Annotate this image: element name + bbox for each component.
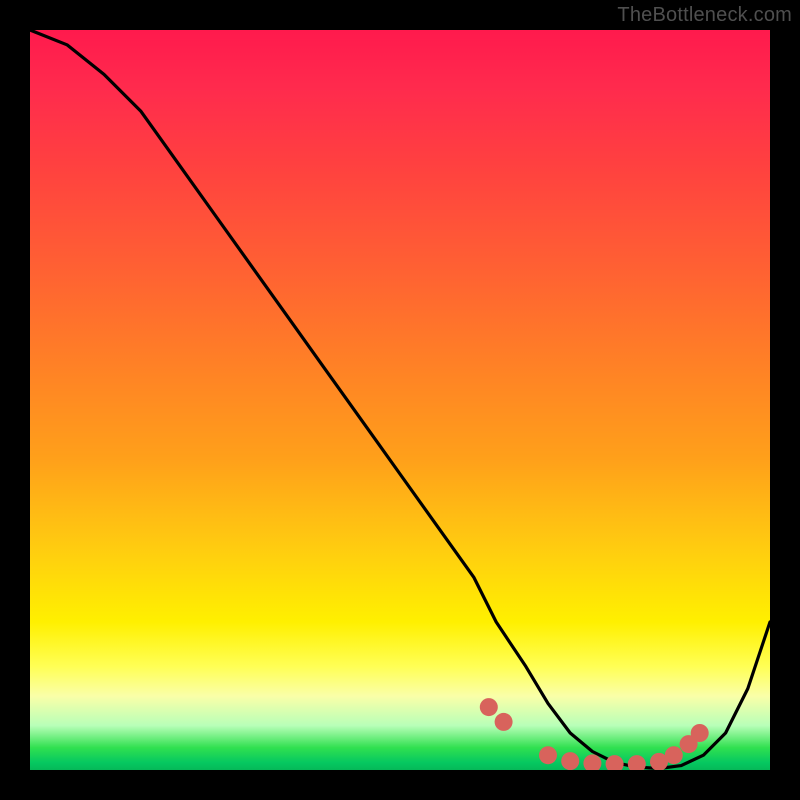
plot-area <box>30 30 770 770</box>
bottleneck-curve <box>30 30 770 769</box>
marker-dot <box>561 752 579 770</box>
marker-dot <box>480 698 498 716</box>
marker-dot <box>495 713 513 731</box>
marker-dot <box>665 746 683 764</box>
marker-dot <box>583 754 601 770</box>
marker-dot <box>539 746 557 764</box>
marker-dot <box>606 755 624 770</box>
watermark-text: TheBottleneck.com <box>617 4 792 27</box>
chart-svg <box>30 30 770 770</box>
highlight-dots <box>480 698 709 770</box>
marker-dot <box>628 755 646 770</box>
marker-dot <box>691 724 709 742</box>
chart-frame: TheBottleneck.com <box>0 0 800 800</box>
